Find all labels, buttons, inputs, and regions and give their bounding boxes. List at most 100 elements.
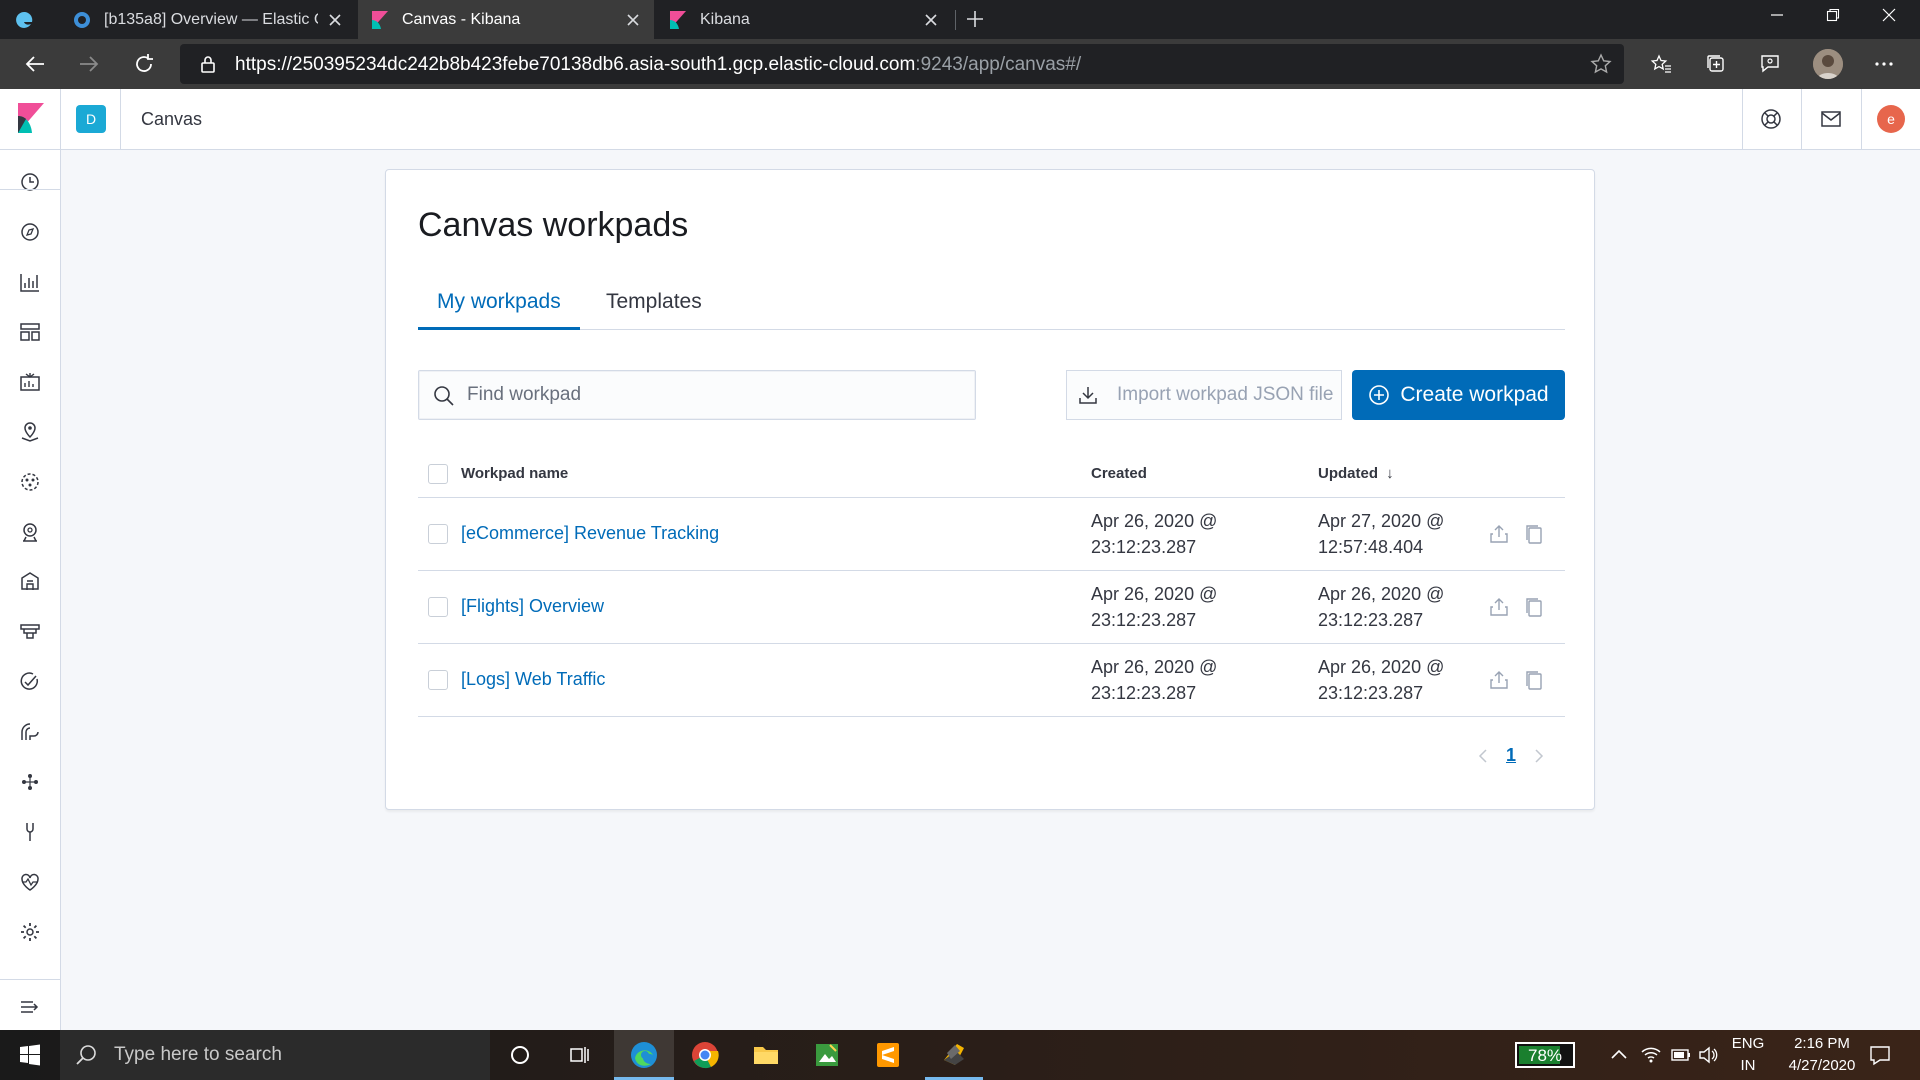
collections-button[interactable] <box>1703 51 1729 77</box>
row-checkbox[interactable] <box>428 597 448 617</box>
show-hidden-icons-chevron-up-icon[interactable] <box>1610 1047 1628 1061</box>
updated-time-text: 12:57:48.404 <box>1318 537 1424 557</box>
apm-icon[interactable] <box>18 620 42 644</box>
language-indicator[interactable]: ENG IN <box>1728 1033 1768 1077</box>
dashboard-icon[interactable] <box>18 320 42 344</box>
workpad-name-link[interactable]: [Logs] Web Traffic <box>461 669 605 690</box>
back-button[interactable] <box>21 50 49 78</box>
export-icon[interactable] <box>1488 596 1510 618</box>
taskbar-search-box[interactable]: Type here to search <box>60 1030 490 1080</box>
chevron-left-icon[interactable] <box>1476 748 1490 764</box>
battery-indicator[interactable]: 78% <box>1515 1042 1575 1068</box>
column-updated-label: Updated <box>1318 465 1378 482</box>
browser-profile-avatar[interactable] <box>1813 49 1843 79</box>
stack-monitoring-icon[interactable] <box>18 870 42 894</box>
recently-viewed-clock-icon[interactable] <box>18 170 42 194</box>
page-number-button[interactable]: 1 <box>1506 745 1516 766</box>
refresh-button[interactable] <box>130 50 158 78</box>
favorites-button[interactable] <box>1648 51 1674 77</box>
lock-icon[interactable] <box>198 54 218 74</box>
tab-canvas-kibana[interactable]: Canvas - Kibana <box>358 0 654 39</box>
clone-copy-icon[interactable] <box>1523 669 1545 691</box>
close-tab-icon[interactable] <box>626 13 640 27</box>
settings-more-button[interactable] <box>1871 51 1897 77</box>
tab-elastic-cloud-overview[interactable]: [b135a8] Overview — Elastic Clo <box>60 0 356 39</box>
task-view-button[interactable] <box>563 1038 597 1072</box>
row-checkbox[interactable] <box>428 524 448 544</box>
siem-icon[interactable] <box>18 520 42 544</box>
header-divider <box>120 89 121 149</box>
updated-time-text: 23:12:23.287 <box>1318 610 1424 630</box>
close-tab-icon[interactable] <box>328 13 342 27</box>
nav-divider <box>0 189 60 190</box>
column-created[interactable]: Created <box>1091 465 1147 482</box>
feedback-button[interactable] <box>1757 51 1783 77</box>
start-button[interactable] <box>13 1038 47 1072</box>
uptime-icon[interactable] <box>18 670 42 694</box>
kibana-logo-icon[interactable] <box>18 103 44 135</box>
tab-templates[interactable]: Templates <box>587 288 721 330</box>
feedback-icon <box>1761 55 1779 73</box>
maps-icon[interactable] <box>18 420 42 444</box>
import-download-icon <box>1079 387 1097 404</box>
minimize-button[interactable] <box>1749 0 1805 30</box>
taskbar-sublime-button[interactable] <box>871 1038 905 1072</box>
import-workpad-button[interactable]: Import workpad JSON file <box>1066 370 1342 420</box>
workpad-name-link[interactable]: [Flights] Overview <box>461 596 604 617</box>
discover-compass-icon[interactable] <box>18 220 42 244</box>
export-icon[interactable] <box>1488 669 1510 691</box>
tab-my-workpads[interactable]: My workpads <box>418 288 580 330</box>
close-window-button[interactable] <box>1861 0 1917 30</box>
visualize-icon[interactable] <box>18 270 42 294</box>
wifi-icon[interactable] <box>1640 1044 1662 1066</box>
forward-arrow-icon <box>80 56 99 72</box>
cortana-button[interactable] <box>503 1038 537 1072</box>
space-selector-avatar[interactable]: D <box>76 105 106 133</box>
battery-tray-icon[interactable] <box>1670 1045 1692 1065</box>
column-updated[interactable]: Updated ↓ <box>1318 465 1394 482</box>
taskbar-app-button[interactable] <box>810 1038 844 1072</box>
taskbar-edge-button[interactable] <box>627 1038 661 1072</box>
logs-icon[interactable] <box>18 570 42 594</box>
created-date: Apr 26, 2020 @ 23:12:23.287 <box>1091 508 1231 560</box>
restore-button[interactable] <box>1805 0 1861 30</box>
chevron-right-icon[interactable] <box>1532 748 1546 764</box>
workpad-name-link[interactable]: [eCommerce] Revenue Tracking <box>461 523 719 544</box>
created-date: Apr 26, 2020 @ 23:12:23.287 <box>1091 654 1231 706</box>
select-all-checkbox[interactable] <box>428 464 448 484</box>
collapse-nav-icon[interactable] <box>18 995 42 1019</box>
taskbar-jetbrains-button[interactable] <box>937 1038 971 1072</box>
jetbrains-icon <box>944 1044 964 1065</box>
new-tab-icon[interactable] <box>964 8 986 30</box>
taskbar-chrome-button[interactable] <box>688 1038 722 1072</box>
edge-tab-actions[interactable] <box>14 0 46 39</box>
create-workpad-button[interactable]: Create workpad <box>1352 370 1565 420</box>
dev-tools-icon[interactable] <box>18 820 42 844</box>
volume-speaker-icon[interactable] <box>1697 1044 1719 1066</box>
forward-button[interactable] <box>75 50 103 78</box>
help-icon[interactable] <box>1759 107 1783 131</box>
clock[interactable]: 2:16 PM 4/27/2020 <box>1772 1033 1872 1077</box>
close-tab-icon[interactable] <box>924 13 938 27</box>
clone-copy-icon[interactable] <box>1523 596 1545 618</box>
canvas-icon[interactable] <box>18 370 42 394</box>
column-workpad-name[interactable]: Workpad name <box>461 465 568 482</box>
workpad-tabs: My workpads Templates <box>418 288 1565 330</box>
favorite-star-icon[interactable] <box>1590 53 1612 75</box>
tab-kibana[interactable]: Kibana <box>656 0 952 39</box>
export-icon[interactable] <box>1488 523 1510 545</box>
row-checkbox[interactable] <box>428 670 448 690</box>
clone-copy-icon[interactable] <box>1523 523 1545 545</box>
machine-learning-icon[interactable] <box>18 470 42 494</box>
action-center-notification-icon[interactable] <box>1868 1043 1892 1067</box>
infrastructure-icon[interactable] <box>18 720 42 744</box>
user-menu-avatar[interactable]: e <box>1877 105 1905 133</box>
graph-icon[interactable] <box>18 770 42 794</box>
newsfeed-mail-icon[interactable] <box>1819 107 1843 131</box>
taskbar-file-explorer-button[interactable] <box>749 1038 783 1072</box>
browser-toolbar: https://250395234dc242b8b423febe70138db6… <box>0 39 1920 89</box>
language-code: ENG <box>1731 1035 1765 1052</box>
address-bar[interactable]: https://250395234dc242b8b423febe70138db6… <box>180 44 1624 84</box>
find-workpad-input[interactable] <box>467 371 967 419</box>
management-gear-icon[interactable] <box>18 920 42 944</box>
